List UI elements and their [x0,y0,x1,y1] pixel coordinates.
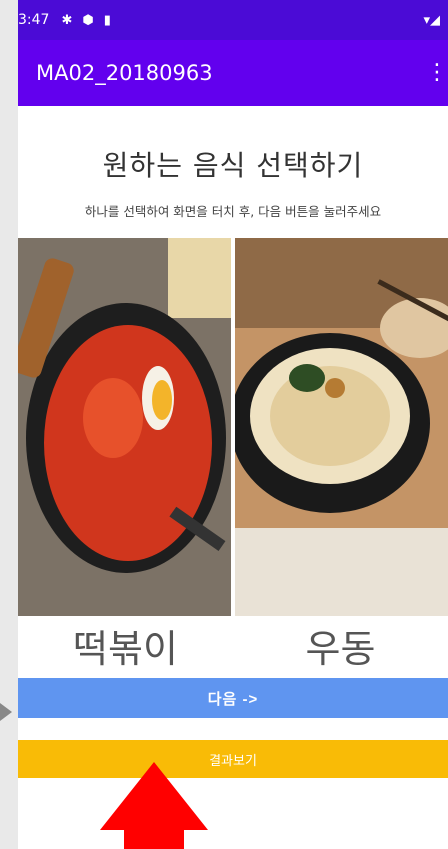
food-options [18,238,448,616]
app-bar: MA02_20180963 ⋮ [18,40,448,106]
instruction-text: 하나를 선택하여 화면을 터치 후, 다음 버튼을 눌러주세요 [84,204,382,219]
result-button[interactable]: 결과보기 [18,740,448,778]
sdcard-icon: ▮ [103,12,111,28]
status-time: 3:47 [18,12,50,28]
tteokbokki-image[interactable] [18,238,231,616]
side-pointer-icon [0,703,12,721]
signal-icon: ▾◢ [423,12,440,28]
udon-image[interactable] [235,238,448,616]
udon-label: 우동 [305,627,376,671]
page-title: 원하는 음식 선택하기 [102,149,364,182]
phone-screen: 3:47 ✱ ⬢ ▮ ▾◢ MA02_20180963 ⋮ 원하는 음식 선택하… [18,0,448,849]
next-button[interactable]: 다음 -> [18,678,448,718]
food-labels: 떡볶이 우동 [18,618,448,673]
overflow-menu-icon[interactable]: ⋮ [426,62,448,84]
app-title: MA02_20180963 [36,61,213,85]
annotation-arrow-icon [100,762,208,849]
tteokbokki-label: 떡볶이 [73,627,178,671]
status-bar: 3:47 ✱ ⬢ ▮ ▾◢ [18,0,448,40]
settings-icon: ✱ [61,12,73,28]
shield-icon: ⬢ [82,12,94,28]
